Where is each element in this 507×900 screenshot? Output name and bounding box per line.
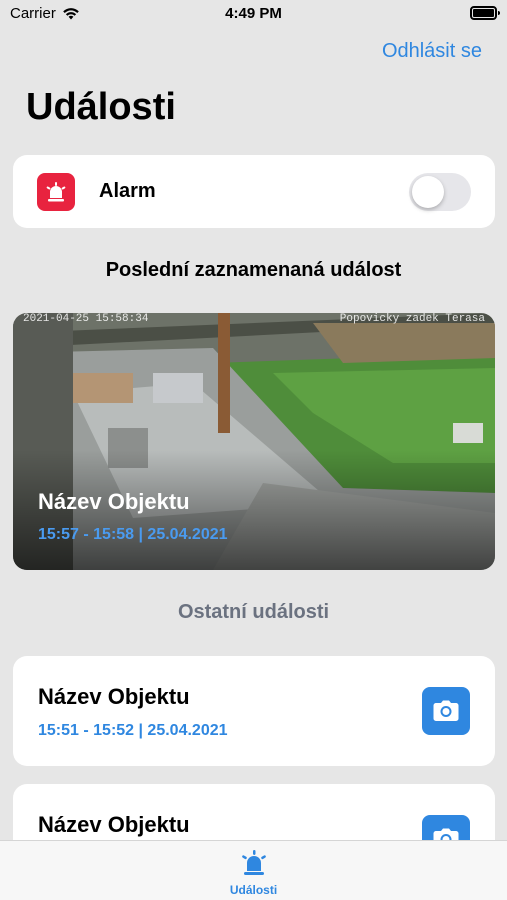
camera-icon <box>433 700 459 721</box>
siren-icon <box>241 850 266 875</box>
tab-events-label: Události <box>229 883 278 897</box>
toggle-knob <box>412 175 444 208</box>
camera-button[interactable] <box>422 687 470 735</box>
camera-label: Popovicky zadek Terasa <box>339 313 485 325</box>
event-card[interactable]: Název Objektu 15:51 - 15:52 | 25.04.2021 <box>13 656 495 766</box>
event-time: 15:51 - 15:52 | 25.04.2021 <box>38 722 228 739</box>
alarm-toggle[interactable] <box>409 172 471 211</box>
other-events-section-title: Ostatní události <box>177 601 330 623</box>
event-name: Název Objektu <box>38 812 190 837</box>
last-event-card[interactable]: 2021-04-25 15:58:34 Popovicky zadek Tera… <box>13 313 495 570</box>
alarm-label: Alarm <box>99 180 156 202</box>
last-event-section-title: Poslední zaznamenaná událost <box>105 259 402 281</box>
alarm-card: Alarm <box>13 155 495 228</box>
tab-bar: Události <box>0 840 507 900</box>
tab-events[interactable]: Události <box>0 847 507 897</box>
event-name: Název Objektu <box>38 684 190 709</box>
camera-timestamp: 2021-04-25 15:58:34 <box>23 313 149 325</box>
battery-icon <box>470 6 500 20</box>
page-title: Události <box>26 86 176 128</box>
status-bar: Carrier 4:49 PM <box>0 0 507 28</box>
siren-icon <box>37 172 75 211</box>
last-event-name: Název Objektu <box>38 489 190 514</box>
last-event-time: 15:57 - 15:58 | 25.04.2021 <box>38 526 228 543</box>
status-time: 4:49 PM <box>225 5 282 22</box>
logout-button[interactable]: Odhlásit se <box>382 40 482 63</box>
